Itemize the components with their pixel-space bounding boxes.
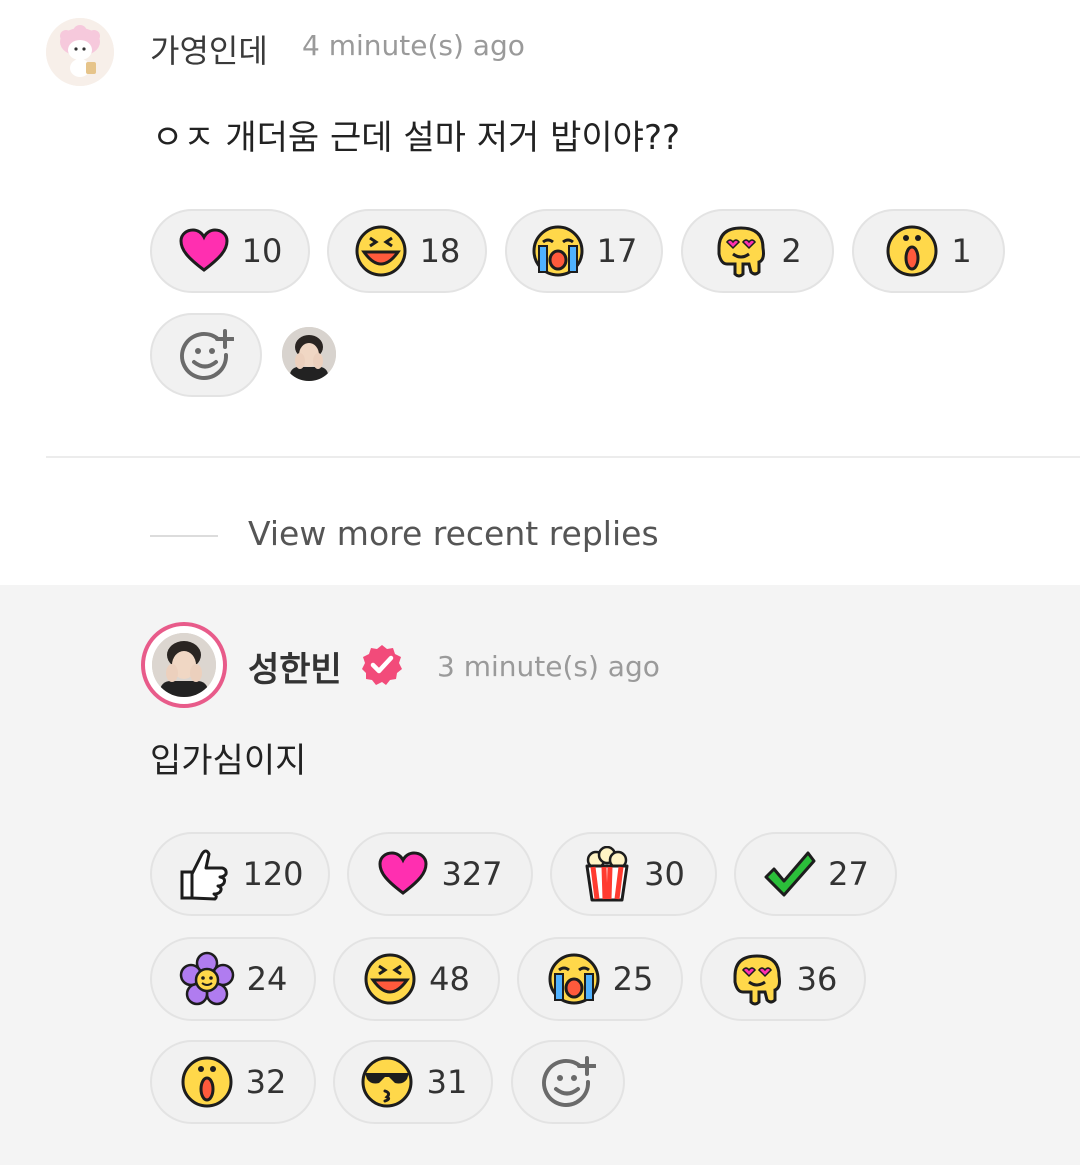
person-avatar-icon [152, 633, 216, 697]
reaction-chip[interactable]: 17 [505, 209, 663, 293]
reaction-chip[interactable]: 327 [347, 832, 533, 916]
timestamp: 4 minute(s) ago [302, 29, 525, 62]
view-more-replies-link[interactable]: View more recent replies [248, 514, 659, 553]
reaction-chip[interactable]: 30 [550, 832, 717, 916]
avatar[interactable] [46, 18, 114, 86]
reaction-chip[interactable]: 32 [150, 1040, 316, 1124]
reaction-count: 2 [781, 232, 802, 270]
popcorn-icon [585, 846, 629, 902]
verified-badge-icon [362, 645, 402, 685]
reaction-count: 120 [242, 855, 304, 893]
add-reaction-icon [180, 329, 234, 380]
reaction-count: 31 [426, 1063, 468, 1101]
heart-icon [378, 851, 428, 895]
comment-card: 가영인데 4 minute(s) ago ㅇㅈ 개더움 근데 설마 저거 밥이야… [0, 0, 1080, 585]
reaction-chip[interactable]: 24 [150, 937, 316, 1021]
sheep-character-avatar-icon [46, 18, 114, 86]
person-avatar-icon [282, 327, 336, 381]
reaction-chip[interactable]: 18 [327, 209, 487, 293]
reaction-count: 25 [612, 960, 654, 998]
shocked-face-icon [181, 1056, 233, 1108]
reaction-chip[interactable]: 1 [852, 209, 1005, 293]
username[interactable]: 가영인데 [150, 26, 268, 72]
username[interactable]: 성한빈 [248, 642, 342, 691]
timestamp: 3 minute(s) ago [437, 650, 660, 683]
avatar-image [152, 633, 216, 697]
melting-love-face-icon [717, 226, 766, 278]
reaction-count: 36 [796, 960, 838, 998]
reaction-count: 48 [429, 960, 470, 998]
crying-face-icon [548, 953, 600, 1005]
reaction-chip[interactable]: 36 [700, 937, 866, 1021]
avatar[interactable] [141, 622, 227, 708]
reaction-count: 24 [246, 960, 288, 998]
crying-face-icon [532, 225, 584, 277]
reaction-count: 27 [828, 855, 869, 893]
reaction-count: 17 [596, 232, 638, 270]
reaction-chip[interactable]: 120 [150, 832, 330, 916]
comment-text: 입가심이지 [150, 741, 307, 781]
comment-text: ㅇㅈ 개더움 근데 설마 저거 밥이야?? [152, 118, 681, 158]
reaction-count: 327 [441, 855, 503, 893]
reaction-chip[interactable]: 48 [333, 937, 500, 1021]
reactor-avatar[interactable] [282, 327, 336, 381]
reaction-count: 30 [644, 855, 685, 893]
reaction-chip[interactable]: 10 [150, 209, 310, 293]
add-reaction-button[interactable] [511, 1040, 625, 1124]
reaction-chip[interactable]: 27 [734, 832, 897, 916]
checkmark-icon [764, 851, 816, 897]
heart-icon [179, 228, 229, 272]
thumbs-up-icon [180, 849, 229, 901]
reaction-count: 32 [245, 1063, 287, 1101]
flower-icon [179, 951, 234, 1006]
reaction-count: 10 [241, 232, 283, 270]
reaction-chip[interactable]: 25 [517, 937, 683, 1021]
add-reaction-button[interactable] [150, 313, 262, 397]
laughing-face-icon [364, 953, 416, 1005]
shocked-face-icon [886, 225, 938, 277]
reaction-count: 18 [419, 232, 461, 270]
melting-love-face-icon [733, 954, 781, 1006]
add-reaction-icon [542, 1056, 596, 1107]
laughing-face-icon [355, 225, 407, 277]
reaction-chip[interactable]: 2 [681, 209, 834, 293]
divider [46, 456, 1080, 458]
thread-line [150, 535, 218, 537]
reaction-count: 1 [951, 232, 972, 270]
cool-kiss-face-icon [361, 1056, 413, 1108]
reaction-chip[interactable]: 31 [333, 1040, 493, 1124]
